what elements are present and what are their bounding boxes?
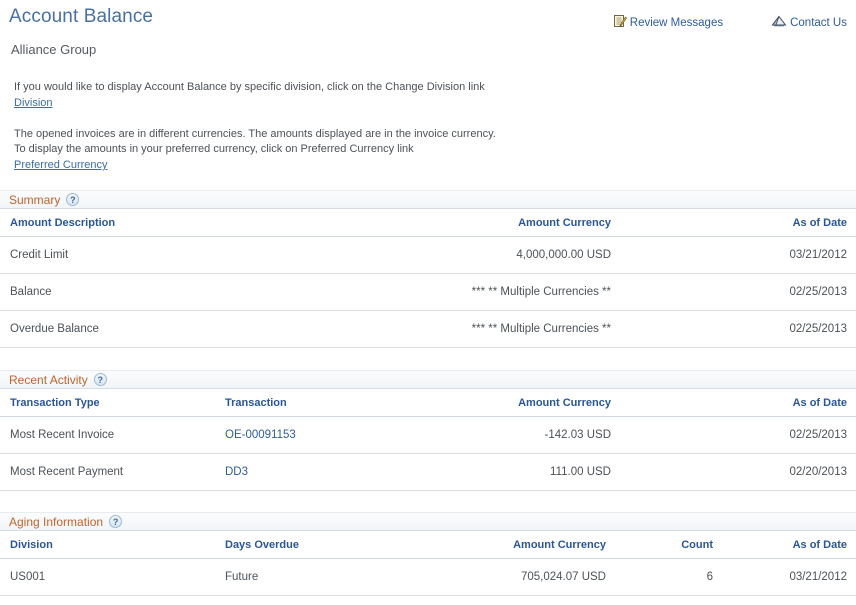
division-instruction-text: If you would like to display Account Bal… bbox=[14, 80, 714, 95]
aging-information-help-icon[interactable]: ? bbox=[109, 515, 122, 528]
recent-row-type: Most Recent Invoice bbox=[0, 417, 215, 454]
notepad-pencil-icon bbox=[613, 14, 627, 31]
page-header: Account Balance Review Messages bbox=[0, 0, 856, 44]
summary-section-header: Summary ? bbox=[0, 190, 856, 209]
aging-row-count: 6 bbox=[615, 559, 722, 596]
aging-row-date: 03/21/2012 bbox=[722, 559, 856, 596]
recent-row-transaction-cell: DD3 bbox=[215, 454, 450, 491]
aging-information-table: Division Days Overdue Amount Currency Co… bbox=[0, 531, 856, 596]
aging-col-as-of-date: As of Date bbox=[722, 531, 856, 559]
aging-col-days-overdue: Days Overdue bbox=[215, 531, 455, 559]
table-row: Overdue Balance *** ** Multiple Currenci… bbox=[0, 311, 856, 348]
aging-header-row: Division Days Overdue Amount Currency Co… bbox=[0, 531, 856, 559]
preferred-currency-link[interactable]: Preferred Currency bbox=[14, 159, 108, 171]
summary-section-title: Summary bbox=[9, 193, 60, 207]
aging-row-amount: 705,024.07 USD bbox=[455, 559, 615, 596]
summary-row-amount: *** ** Multiple Currencies ** bbox=[440, 311, 620, 348]
recent-row-transaction-cell: OE-00091153 bbox=[215, 417, 450, 454]
page-title: Account Balance bbox=[9, 6, 153, 28]
summary-row-date: 03/21/2012 bbox=[620, 237, 856, 274]
recent-col-transaction-type: Transaction Type bbox=[0, 389, 215, 417]
table-row: Balance *** ** Multiple Currencies ** 02… bbox=[0, 274, 856, 311]
recent-activity-header-row: Transaction Type Transaction Amount Curr… bbox=[0, 389, 856, 417]
currency-instruction-block: The opened invoices are in different cur… bbox=[14, 127, 714, 171]
header-links: Review Messages Contact Us bbox=[613, 14, 847, 31]
transaction-link[interactable]: DD3 bbox=[225, 466, 248, 478]
currency-instruction-line1: The opened invoices are in different cur… bbox=[14, 127, 714, 142]
account-balance-page: Account Balance Review Messages bbox=[0, 0, 856, 605]
aging-col-division: Division bbox=[0, 531, 215, 559]
change-division-link[interactable]: Division bbox=[14, 97, 53, 109]
summary-row-date: 02/25/2013 bbox=[620, 311, 856, 348]
recent-activity-help-icon[interactable]: ? bbox=[94, 373, 107, 386]
recent-activity-section: Recent Activity ? Transaction Type Trans… bbox=[0, 370, 856, 491]
table-row: Most Recent Invoice OE-00091153 -142.03 … bbox=[0, 417, 856, 454]
recent-col-amount-currency: Amount Currency bbox=[450, 389, 620, 417]
summary-table: Amount Description Amount Currency As of… bbox=[0, 209, 856, 348]
account-name: Alliance Group bbox=[11, 42, 96, 57]
summary-row-description: Overdue Balance bbox=[0, 311, 440, 348]
table-row: Most Recent Payment DD3 111.00 USD 02/20… bbox=[0, 454, 856, 491]
recent-activity-section-header: Recent Activity ? bbox=[0, 370, 856, 389]
review-messages-label: Review Messages bbox=[630, 17, 723, 29]
summary-col-amount-currency: Amount Currency bbox=[440, 209, 620, 237]
recent-row-amount: -142.03 USD bbox=[450, 417, 620, 454]
summary-row-amount: 4,000,000.00 USD bbox=[440, 237, 620, 274]
aging-row-days-overdue: Future bbox=[215, 559, 455, 596]
aging-information-section-title: Aging Information bbox=[9, 515, 103, 529]
summary-header-row: Amount Description Amount Currency As of… bbox=[0, 209, 856, 237]
recent-col-transaction: Transaction bbox=[215, 389, 450, 417]
recent-row-date: 02/25/2013 bbox=[620, 417, 856, 454]
recent-activity-table: Transaction Type Transaction Amount Curr… bbox=[0, 389, 856, 491]
summary-col-amount-description: Amount Description bbox=[0, 209, 440, 237]
intro-text-block: If you would like to display Account Bal… bbox=[14, 80, 714, 171]
recent-row-type: Most Recent Payment bbox=[0, 454, 215, 491]
summary-section: Summary ? Amount Description Amount Curr… bbox=[0, 190, 856, 348]
summary-help-icon[interactable]: ? bbox=[66, 193, 79, 206]
aging-row-division: US001 bbox=[0, 559, 215, 596]
aging-col-amount-currency: Amount Currency bbox=[455, 531, 615, 559]
aging-col-count: Count bbox=[615, 531, 722, 559]
aging-information-section: Aging Information ? Division Days Overdu… bbox=[0, 512, 856, 596]
table-row: US001 Future 705,024.07 USD 6 03/21/2012 bbox=[0, 559, 856, 596]
recent-row-date: 02/20/2013 bbox=[620, 454, 856, 491]
summary-col-as-of-date: As of Date bbox=[620, 209, 856, 237]
recent-col-as-of-date: As of Date bbox=[620, 389, 856, 417]
transaction-link[interactable]: OE-00091153 bbox=[225, 429, 296, 441]
summary-row-description: Credit Limit bbox=[0, 237, 440, 274]
summary-row-amount: *** ** Multiple Currencies ** bbox=[440, 274, 620, 311]
aging-information-section-header: Aging Information ? bbox=[0, 512, 856, 531]
contact-us-label: Contact Us bbox=[790, 17, 847, 29]
summary-row-date: 02/25/2013 bbox=[620, 274, 856, 311]
recent-activity-section-title: Recent Activity bbox=[9, 373, 88, 387]
recent-row-amount: 111.00 USD bbox=[450, 454, 620, 491]
currency-instruction-line2: To display the amounts in your preferred… bbox=[14, 142, 714, 157]
summary-row-description: Balance bbox=[0, 274, 440, 311]
review-messages-link[interactable]: Review Messages bbox=[613, 14, 723, 31]
contact-triangle-icon bbox=[771, 14, 787, 31]
contact-us-link[interactable]: Contact Us bbox=[771, 14, 847, 31]
table-row: Credit Limit 4,000,000.00 USD 03/21/2012 bbox=[0, 237, 856, 274]
